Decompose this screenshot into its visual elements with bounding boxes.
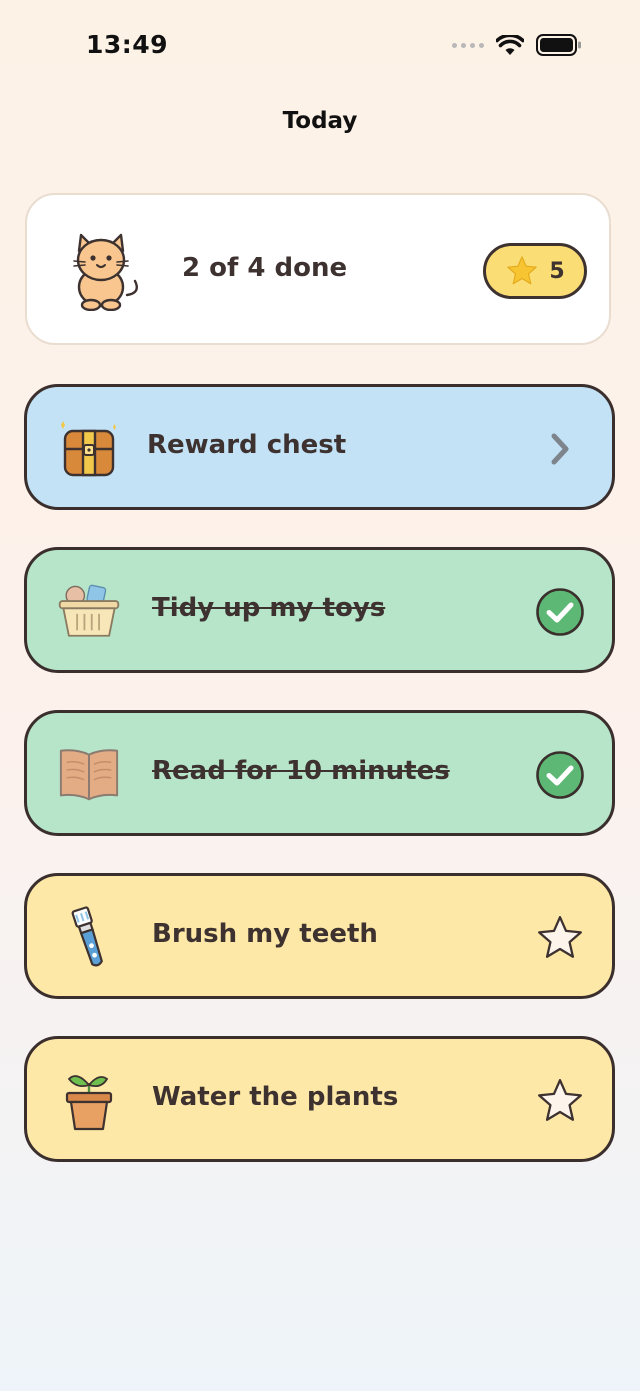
progress-summary-card: 2 of 4 done 5 <box>25 193 611 345</box>
task-row[interactable]: Tidy up my toys <box>24 547 615 673</box>
task-label: Read for 10 minutes <box>152 756 450 786</box>
wifi-icon <box>496 34 524 55</box>
potted-plant-icon <box>57 1069 121 1133</box>
star-count-badge: 5 <box>483 243 587 299</box>
task-row[interactable]: Read for 10 minutes <box>24 710 615 836</box>
reward-chest-row[interactable]: Reward chest <box>24 384 615 510</box>
open-book-icon <box>57 743 121 807</box>
task-label: Brush my teeth <box>152 919 378 949</box>
task-label: Water the plants <box>152 1082 399 1112</box>
star-outline-icon[interactable] <box>535 1076 585 1126</box>
star-icon <box>507 256 538 285</box>
cellular-signal-icon <box>452 42 484 48</box>
toy-basket-icon <box>57 580 121 644</box>
reward-chest-label: Reward chest <box>147 430 347 460</box>
battery-icon <box>536 34 581 56</box>
task-row[interactable]: Water the plants <box>24 1036 615 1162</box>
page-title: Today <box>282 108 358 134</box>
treasure-chest-icon <box>57 417 121 481</box>
star-outline-icon[interactable] <box>535 913 585 963</box>
cat-mascot-icon <box>71 231 147 315</box>
task-row[interactable]: Brush my teeth <box>24 873 615 999</box>
star-count: 5 <box>549 258 565 284</box>
status-time: 13:49 <box>86 30 169 59</box>
status-icons <box>452 34 582 56</box>
chevron-right-icon <box>535 424 585 474</box>
toothbrush-icon <box>57 906 121 970</box>
task-label: Tidy up my toys <box>152 593 386 623</box>
check-circle-icon[interactable] <box>535 587 585 637</box>
status-bar: 13:49 <box>0 0 640 94</box>
progress-text: 2 of 4 done <box>182 253 348 283</box>
check-circle-icon[interactable] <box>535 750 585 800</box>
